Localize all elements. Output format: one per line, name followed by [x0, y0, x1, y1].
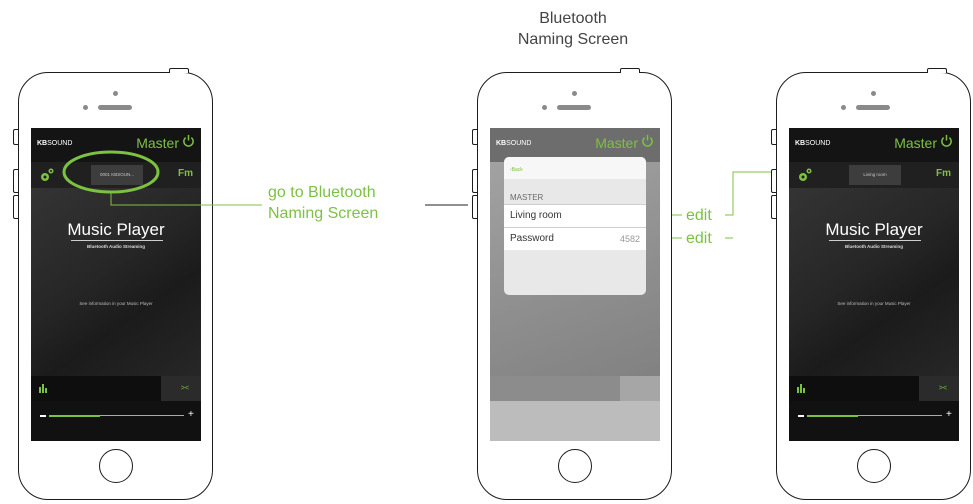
device-name-button[interactable]: Living room	[849, 165, 901, 185]
plus-icon[interactable]: +	[946, 409, 952, 420]
master-label: Master	[894, 135, 937, 151]
phone-side-button	[472, 195, 477, 219]
brand-logo: KBSOUND	[496, 140, 532, 147]
phone-top-button	[927, 68, 947, 73]
bottom-toolbar: ><	[789, 376, 959, 401]
phone-sensor	[542, 105, 547, 110]
app-screen: KBSOUND Master Living room Fm Music Play…	[789, 128, 959, 441]
callout-go-to-naming: go to Bluetooth Naming Screen	[268, 182, 378, 224]
callout-line-2: Naming Screen	[268, 205, 379, 222]
phone-side-button	[472, 169, 477, 193]
password-label: Password	[510, 233, 554, 244]
home-button[interactable]	[857, 449, 891, 483]
callout-edit-name: edit	[686, 207, 712, 224]
back-button[interactable]: ‹Back	[510, 167, 523, 173]
naming-dialog: ‹Back MASTER Living room Password 4582	[504, 157, 646, 295]
callout-line-left	[110, 192, 262, 206]
phone-camera	[572, 91, 577, 96]
music-player-info: See information in your Music Player	[837, 301, 911, 306]
volume-fill	[807, 414, 858, 417]
app-nav-bar: Living room Fm	[789, 162, 959, 188]
power-icon[interactable]	[940, 134, 953, 147]
phone-side-button	[771, 195, 776, 219]
brand-logo: KBSOUND	[795, 140, 831, 147]
name-row[interactable]: Living room	[504, 204, 646, 227]
music-player-subtitle: Bluetooth Audio Streaming	[844, 244, 904, 249]
naming-screen: KBSOUND Master ‹Back MASTER Living room …	[490, 128, 660, 441]
highlight-ellipse-left	[62, 150, 160, 194]
minus-icon[interactable]	[798, 415, 804, 417]
collapse-button	[620, 376, 660, 401]
title-divider	[829, 240, 921, 241]
collapse-icon: ><	[938, 385, 947, 392]
phone-side-button	[771, 129, 776, 145]
phone-right: KBSOUND Master Living room Fm Music Play…	[771, 68, 971, 500]
password-field[interactable]: 4582	[620, 234, 640, 244]
app-header: KBSOUND Master	[789, 128, 959, 162]
master-label: Master	[595, 135, 638, 151]
phone-camera	[871, 91, 876, 96]
callout-line-1: go to Bluetooth	[268, 184, 376, 201]
phone-side-button	[472, 129, 477, 145]
phone-sensor	[841, 105, 846, 110]
dialog-top-bar: ‹Back	[504, 157, 646, 179]
volume-area	[490, 401, 660, 441]
callout-edit-password: edit	[686, 230, 712, 247]
gear-icon[interactable]	[797, 167, 813, 183]
music-player-title: Music Player	[825, 220, 923, 239]
phone-speaker	[856, 105, 890, 110]
phone-top-button	[620, 68, 640, 73]
phone-speaker	[557, 105, 591, 110]
home-button[interactable]	[558, 449, 592, 483]
equalizer-icon[interactable]	[797, 384, 807, 393]
phone-middle: KBSOUND Master ‹Back MASTER Living room …	[472, 68, 672, 500]
fm-button[interactable]: Fm	[936, 168, 951, 179]
collapse-button[interactable]: ><	[919, 376, 959, 401]
phone-side-button	[771, 169, 776, 193]
password-row[interactable]: Password 4582	[504, 227, 646, 250]
volume-slider[interactable]: +	[789, 401, 959, 441]
name-field[interactable]: Living room	[510, 210, 562, 221]
power-icon[interactable]	[641, 134, 654, 147]
bottom-toolbar	[490, 376, 660, 401]
section-label: MASTER	[510, 193, 544, 202]
